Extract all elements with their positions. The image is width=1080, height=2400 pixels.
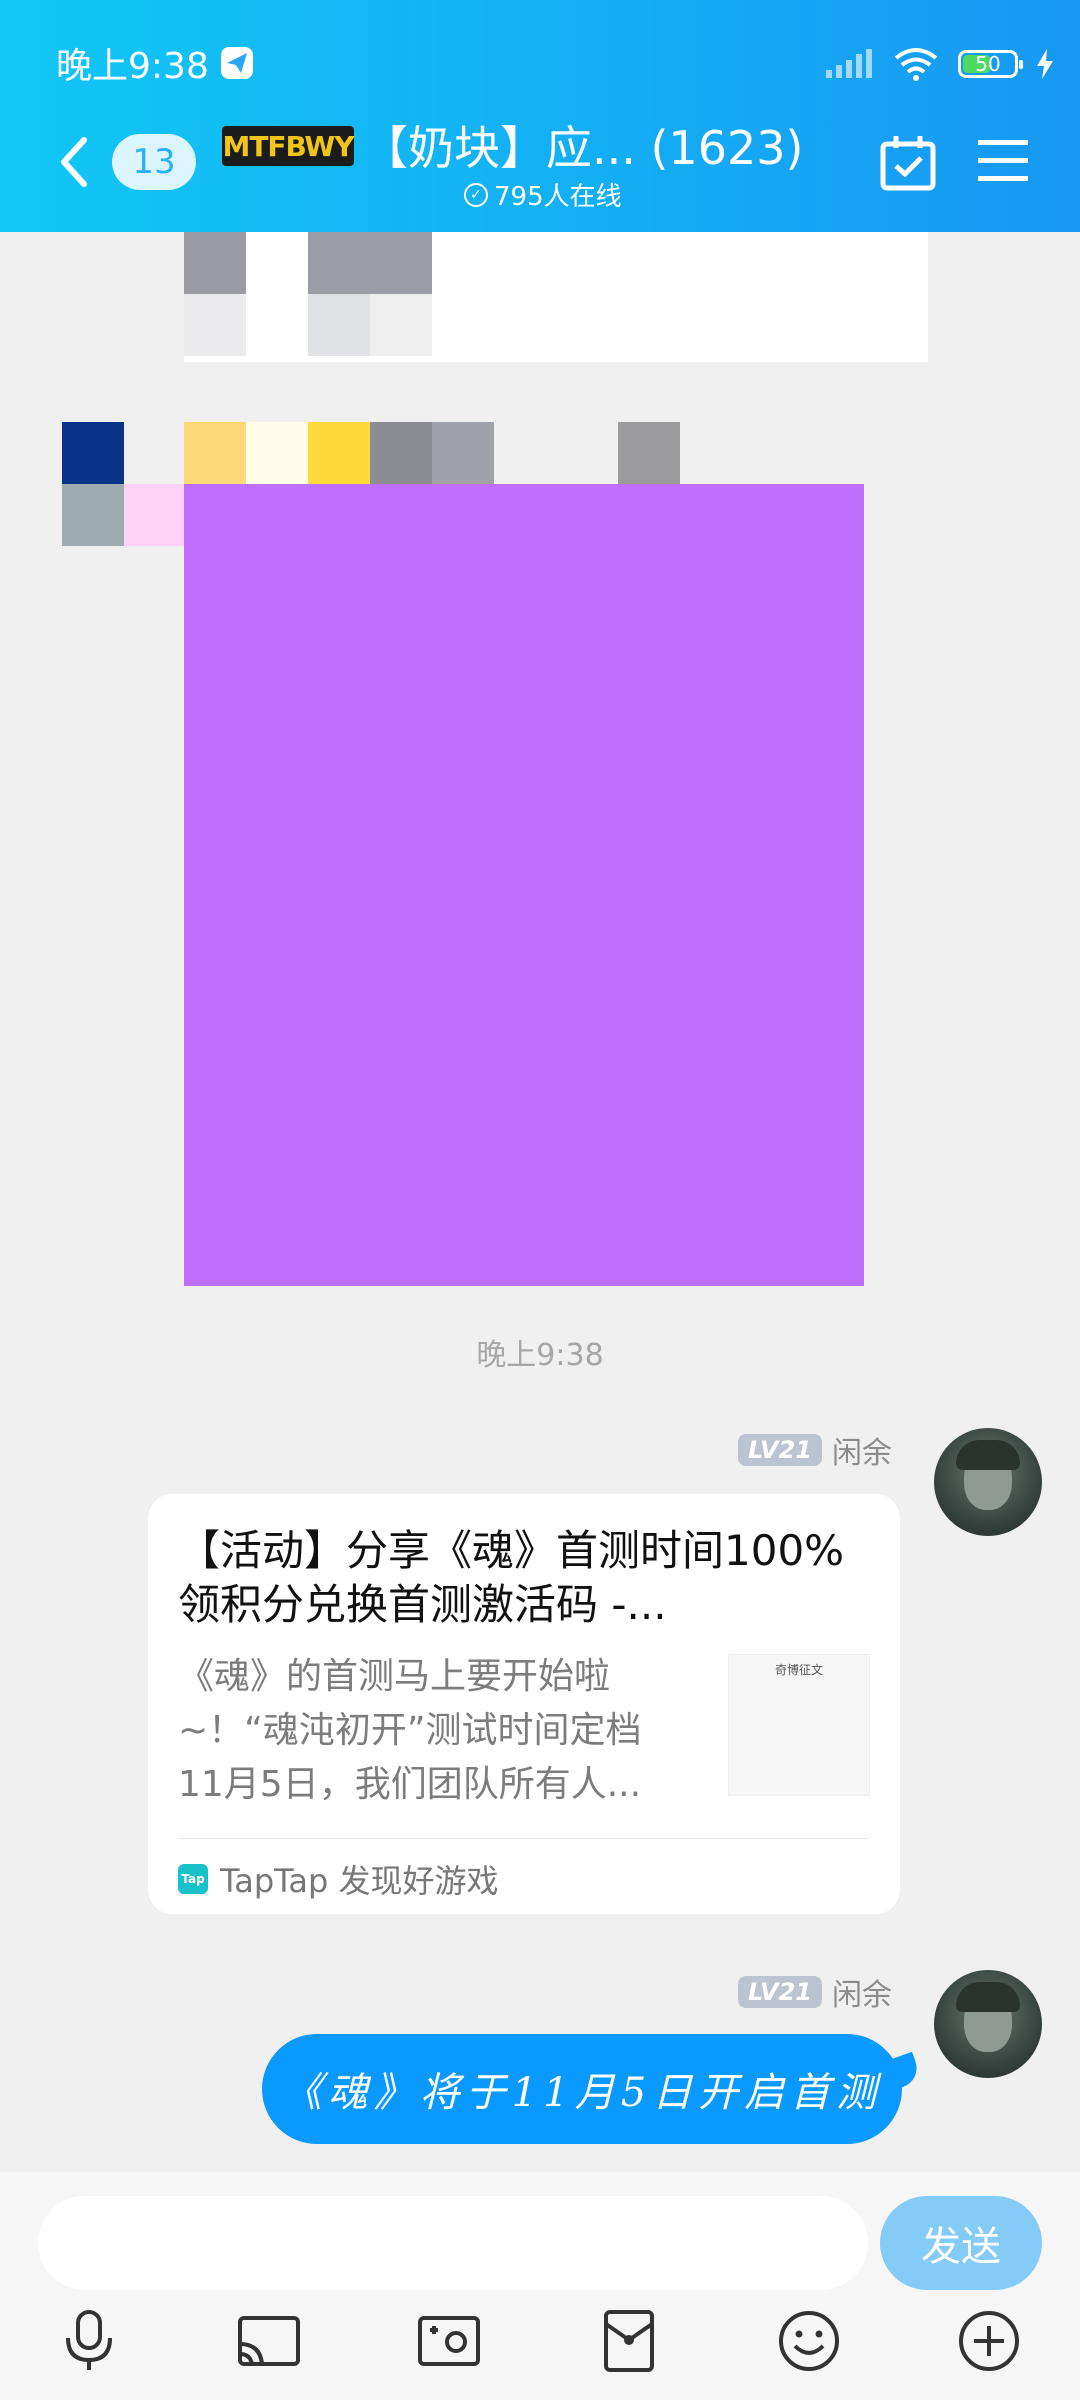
emoji-icon[interactable] (776, 2308, 842, 2374)
sender-info: LV21 闲余 (738, 1970, 892, 2014)
taptap-icon: Tap (178, 1864, 208, 1894)
pixel-tile (370, 422, 432, 484)
share-description: 《魂》的首测马上要开始啦~！“魂沌初开”测试时间定档11月5日，我们团队所有人.… (178, 1656, 642, 1805)
group-title[interactable]: 【奶块】应... (1623) (362, 112, 803, 178)
signal-icon (826, 49, 872, 78)
input-toolbar (0, 2272, 1080, 2400)
pixel-tile (184, 294, 246, 356)
pixel-tile (618, 422, 680, 484)
message-bubble[interactable]: 《魂》将于11月5日开启首测 (262, 2034, 902, 2144)
purple-image[interactable] (184, 484, 864, 1286)
red-packet-icon[interactable] (596, 2308, 662, 2374)
plus-icon[interactable] (956, 2308, 1022, 2374)
calendar-check-icon[interactable] (878, 132, 938, 192)
top-bar: 晚上9:38 50 13 MTFBWY 【奶块】应... (1623) ✓ 79… (0, 0, 1080, 232)
unread-count-badge[interactable]: 13 (112, 134, 196, 190)
pixel-tile (62, 484, 124, 546)
pixel-tile (124, 484, 186, 546)
back-arrow-icon[interactable] (54, 132, 94, 192)
pixel-tile (62, 422, 124, 484)
chat-timestamp: 晚上9:38 (476, 1338, 604, 1373)
online-count: ✓ 795人在线 (464, 176, 622, 213)
battery-level: 50 (975, 52, 1001, 76)
menu-icon[interactable] (978, 138, 1028, 182)
avatar-hair (956, 1440, 1020, 1470)
sender-name[interactable]: 闲余 (832, 1970, 892, 2014)
battery-icon: 50 (958, 50, 1023, 78)
paper-plane-icon (220, 47, 253, 79)
status-time: 晚上9:38 (56, 46, 209, 87)
share-title: 【活动】分享《魂》首测时间100%领积分兑换首测激活码 -... (178, 1526, 845, 1629)
avatar-hair (956, 1982, 1020, 2012)
source-label: TapTap 发现好游戏 (220, 1862, 499, 1900)
share-source: Tap TapTap 发现好游戏 (178, 1856, 499, 1902)
sender-name[interactable]: 闲余 (832, 1428, 892, 1472)
status-bar-right: 50 (824, 40, 1054, 88)
level-badge: LV21 (738, 1976, 822, 2008)
divider (178, 1838, 868, 1839)
microphone-icon[interactable] (56, 2308, 122, 2374)
level-badge: LV21 (738, 1434, 822, 1466)
pixel-tile (308, 232, 432, 294)
check-circle-icon: ✓ (464, 182, 488, 207)
photo-icon[interactable] (416, 2308, 482, 2374)
pixel-tile (308, 294, 370, 356)
pixel-tile (184, 422, 246, 484)
charging-icon (1037, 49, 1053, 79)
pixel-tile (308, 422, 370, 484)
share-thumbnail: 奇博征文 (728, 1654, 870, 1796)
pixel-tile (184, 232, 246, 294)
previous-image-message[interactable] (184, 232, 928, 362)
sender-info: LV21 闲余 (738, 1428, 892, 1472)
pixel-tile (370, 294, 432, 356)
avatar[interactable] (934, 1970, 1042, 2078)
group-logo: MTFBWY (222, 126, 355, 166)
pixel-tile (432, 422, 494, 484)
thumbnail-caption: 奇博征文 (774, 1663, 823, 1677)
status-bar-left: 晚上9:38 (56, 38, 255, 88)
share-card[interactable]: 【活动】分享《魂》首测时间100%领积分兑换首测激活码 -... 《魂》的首测马… (148, 1494, 900, 1914)
screen-cast-icon[interactable] (236, 2308, 302, 2374)
pixel-tile (246, 422, 308, 484)
online-count-label: 795人在线 (494, 182, 622, 212)
avatar[interactable] (934, 1428, 1042, 1536)
wifi-icon (894, 48, 938, 81)
